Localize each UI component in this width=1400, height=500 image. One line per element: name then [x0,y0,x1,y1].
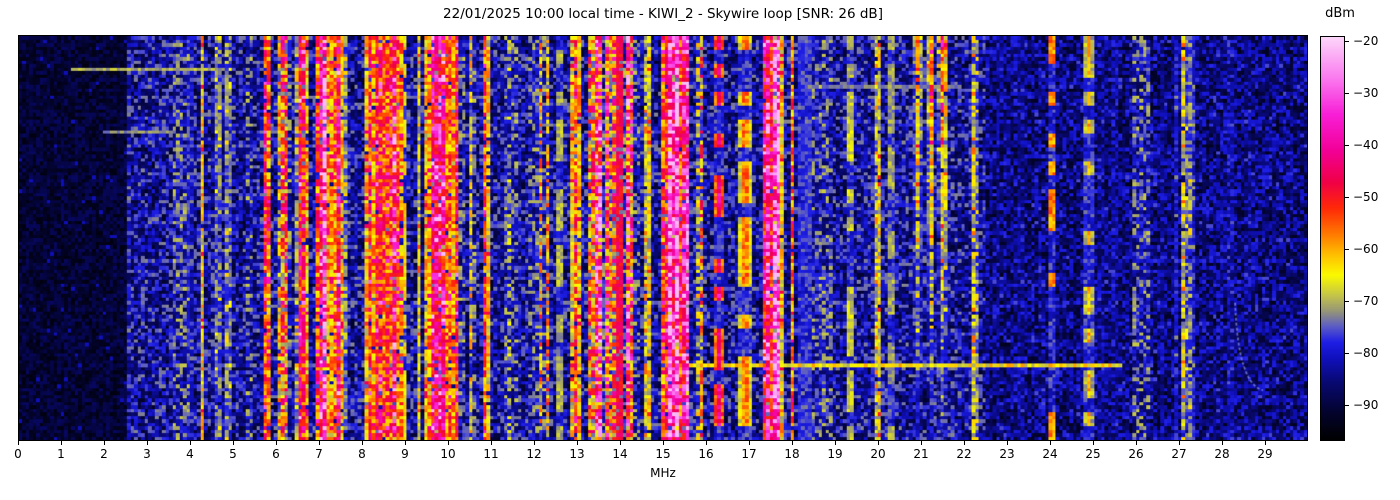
x-axis-tick-label: 13 [569,447,585,461]
x-axis-tick-label: 17 [741,447,757,461]
x-axis-tick-label: 10 [440,447,456,461]
colorbar-tick [1345,300,1349,302]
x-axis-tick-label: 24 [1042,447,1058,461]
colorbar-tick-label: −70 [1353,293,1379,308]
colorbar-tick [1345,145,1349,147]
x-axis-tick [1050,441,1051,445]
colorbar-tick-label: −90 [1353,397,1379,412]
x-axis-tick [1093,441,1094,445]
x-axis-tick-label: 23 [999,447,1015,461]
colorbar-tick-label: −80 [1353,345,1379,360]
x-axis-tick-label: 18 [784,447,800,461]
x-axis-tick-label: 20 [870,447,886,461]
x-axis-tick-label: 8 [358,447,366,461]
x-axis-tick [1136,441,1137,445]
x-axis-tick [878,441,879,445]
colorbar-tick [1345,248,1349,250]
colorbar-tick [1345,93,1349,95]
x-axis-tick-label: 0 [14,447,22,461]
x-axis-tick-label: 2 [100,447,108,461]
x-axis-tick-label: 4 [186,447,194,461]
x-axis-tick-label: 5 [229,447,237,461]
x-axis-tick-label: 19 [827,447,843,461]
colorbar-tick-label: −60 [1353,241,1379,256]
colorbar-tick-label: −40 [1353,138,1379,153]
colorbar-tick-label: −30 [1353,86,1379,101]
x-axis-tick-label: 14 [612,447,628,461]
waterfall-canvas [19,36,1307,440]
x-axis-tick [964,441,965,445]
x-axis-tick [749,441,750,445]
colorbar-tick [1345,404,1349,406]
colorbar-title: dBm [1325,6,1355,21]
x-axis-tick-label: 25 [1085,447,1101,461]
colorbar-tick [1345,41,1349,43]
x-axis-tick-label: 9 [401,447,409,461]
x-axis-tick [1007,441,1008,445]
x-axis-tick [1222,441,1223,445]
x-axis-tick-label: 11 [483,447,499,461]
x-axis-tick [147,441,148,445]
x-axis-tick-label: 16 [698,447,714,461]
spectrogram-figure: 22/01/2025 10:00 local time - KIWI_2 - S… [0,0,1400,500]
x-axis-tick [835,441,836,445]
x-axis-tick-label: 21 [913,447,929,461]
x-axis-tick [104,441,105,445]
x-axis-tick [319,441,320,445]
x-axis-tick-label: 1 [57,447,65,461]
chart-title: 22/01/2025 10:00 local time - KIWI_2 - S… [443,6,883,22]
x-axis-tick [276,441,277,445]
x-axis-tick-label: 7 [315,447,323,461]
x-axis-tick [190,441,191,445]
x-axis-tick-label: 12 [526,447,542,461]
x-axis-tick-label: 6 [272,447,280,461]
x-axis-tick [405,441,406,445]
x-axis-tick-label: 29 [1257,447,1273,461]
colorbar-canvas [1321,37,1344,440]
x-axis-tick-label: 15 [655,447,671,461]
colorbar-tick [1345,352,1349,354]
x-axis-label: MHz [650,466,676,480]
x-axis-tick [1179,441,1180,445]
x-axis-tick [620,441,621,445]
x-axis-tick [1265,441,1266,445]
x-axis-tick [18,441,19,445]
colorbar-tick [1345,196,1349,198]
x-axis-tick-label: 26 [1128,447,1144,461]
x-axis-tick [491,441,492,445]
x-axis-tick [921,441,922,445]
colorbar-tick-label: −20 [1353,34,1379,49]
colorbar [1320,36,1345,441]
x-axis-tick-label: 22 [956,447,972,461]
x-axis-tick-label: 28 [1214,447,1230,461]
colorbar-tick-label: −50 [1353,189,1379,204]
x-axis-tick [663,441,664,445]
x-axis-tick-label: 3 [143,447,151,461]
x-axis-tick [233,441,234,445]
x-axis-tick [577,441,578,445]
x-axis-tick [706,441,707,445]
x-axis-tick [61,441,62,445]
x-axis-tick [362,441,363,445]
x-axis-tick [792,441,793,445]
x-axis-tick [448,441,449,445]
waterfall-plot-area [18,35,1308,441]
x-axis-tick-label: 27 [1171,447,1187,461]
x-axis-tick [534,441,535,445]
